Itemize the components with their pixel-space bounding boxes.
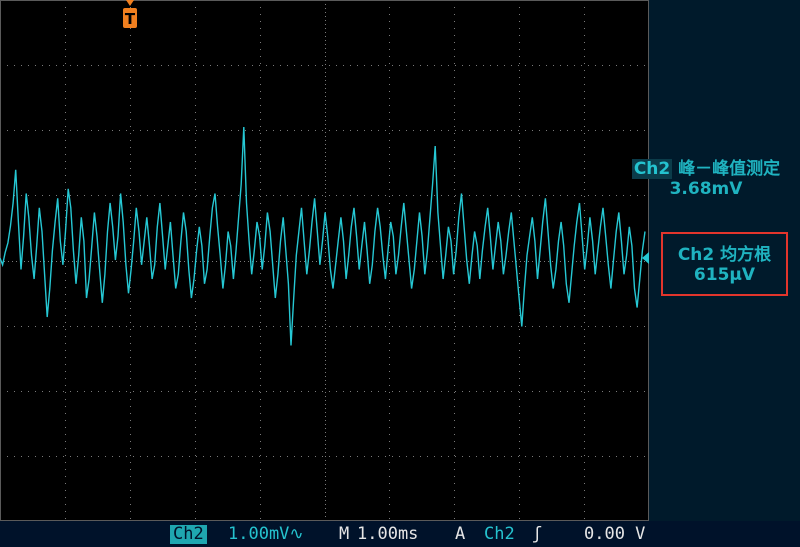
- graticule-frame: [0, 0, 649, 521]
- horizontal-mark: M: [339, 524, 350, 544]
- acquisition-mode: A: [455, 524, 466, 544]
- time-per-div-readout: 1.00ms: [357, 524, 419, 544]
- volts-per-div-readout: 1.00mV∿: [228, 524, 304, 544]
- measurement-value: 615µV: [693, 265, 756, 285]
- graticule: [0, 0, 649, 521]
- measurement-peak-to-peak[interactable]: Ch2 峰－峰值测定 3.68mV: [612, 159, 800, 199]
- trigger-level-readout: 0.00 V: [584, 524, 646, 544]
- measurement-channel: Ch2: [631, 159, 673, 179]
- channel-2-trace: [0, 126, 646, 346]
- channel-2-ground-marker: [642, 252, 649, 264]
- measurement-label: Ch2 峰－峰值测定: [629, 159, 783, 179]
- rising-edge-icon: ʃ: [532, 524, 543, 544]
- measurement-label: Ch2 均方根: [663, 245, 786, 265]
- measurement-rms[interactable]: Ch2 均方根 615µV: [661, 232, 788, 296]
- measurement-value: 3.68mV: [669, 179, 743, 199]
- measurement-name: 均方根: [720, 245, 772, 265]
- trigger-position-marker: T: [123, 0, 137, 28]
- measurement-channel: Ch2: [677, 245, 715, 265]
- trigger-channel: Ch2: [484, 524, 515, 544]
- trigger-marker-label: T: [125, 10, 136, 28]
- graticule-lines: [0, 0, 649, 521]
- measurement-name: 峰－峰值测定: [678, 159, 781, 179]
- channel-badge[interactable]: Ch2: [170, 525, 207, 544]
